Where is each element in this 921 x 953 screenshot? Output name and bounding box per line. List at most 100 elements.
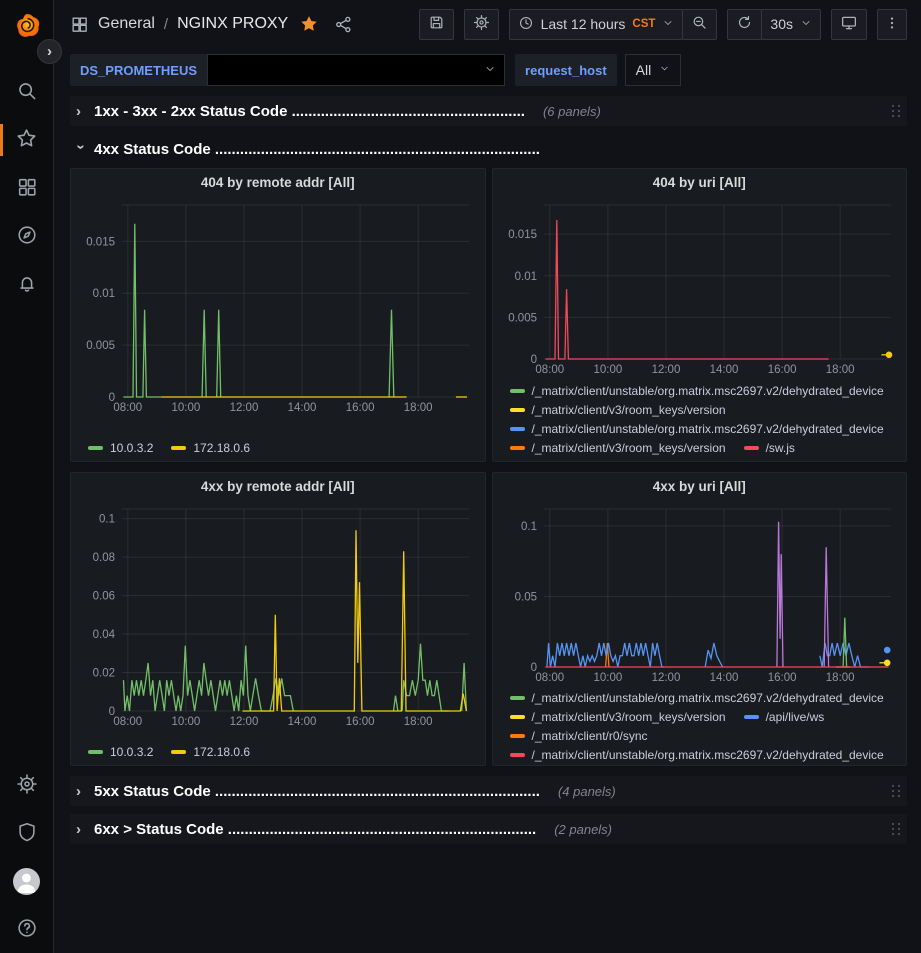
request-host-value: All bbox=[636, 62, 652, 78]
svg-text:0.015: 0.015 bbox=[86, 236, 115, 248]
zoom-out-button[interactable] bbox=[682, 9, 717, 40]
tv-mode-button[interactable] bbox=[831, 9, 867, 40]
row-drag-handle[interactable] bbox=[891, 104, 901, 118]
svg-text:10:00: 10:00 bbox=[593, 672, 622, 684]
side-menu bbox=[0, 0, 54, 953]
dashboard-header: General / NGINX PROXY Last 12 hours bbox=[54, 0, 921, 48]
grafana-logo[interactable] bbox=[12, 12, 42, 42]
legend-item[interactable]: 172.18.0.6 bbox=[171, 441, 250, 455]
row-drag-handle[interactable] bbox=[891, 822, 901, 836]
svg-text:0.005: 0.005 bbox=[86, 340, 115, 352]
star-outline-icon bbox=[15, 127, 38, 153]
panel-title[interactable]: 4xx by remote addr [All] bbox=[74, 473, 482, 501]
row-title: 5xx Status Code ........................… bbox=[94, 783, 540, 800]
legend-item[interactable]: 10.0.3.2 bbox=[88, 441, 153, 455]
svg-text:0.015: 0.015 bbox=[508, 229, 537, 241]
time-range-picker[interactable]: Last 12 hours CST bbox=[509, 9, 684, 40]
bell-icon bbox=[16, 272, 38, 297]
legend-item[interactable]: /_matrix/client/r0/sync bbox=[510, 729, 648, 743]
row-drag-handle[interactable] bbox=[891, 784, 901, 798]
sidebar-item-explore[interactable] bbox=[0, 212, 54, 260]
legend-label: /_matrix/client/unstable/org.matrix.msc2… bbox=[532, 384, 884, 398]
svg-text:08:00: 08:00 bbox=[114, 402, 143, 414]
sidebar-item-search[interactable] bbox=[0, 68, 54, 116]
sidebar-item-profile[interactable] bbox=[0, 857, 54, 905]
chevron-right-icon: › bbox=[76, 821, 86, 838]
share-icon[interactable] bbox=[334, 15, 353, 34]
svg-text:12:00: 12:00 bbox=[230, 716, 259, 728]
svg-text:0: 0 bbox=[530, 662, 536, 674]
sidebar-item-favorites[interactable] bbox=[0, 116, 54, 164]
legend-label: /_matrix/client/unstable/org.matrix.msc2… bbox=[532, 691, 884, 705]
row-title: 1xx - 3xx - 2xx Status Code ............… bbox=[94, 103, 525, 120]
dashboards-grid-icon[interactable] bbox=[70, 15, 89, 34]
panel-4xx-by-remote-addr: 4xx by remote addr [All] 08:0010:0012:00… bbox=[70, 472, 486, 766]
legend-swatch bbox=[744, 715, 759, 719]
dashboard-settings-button[interactable] bbox=[464, 9, 499, 40]
request-host-select[interactable]: All bbox=[625, 54, 682, 86]
refresh-interval-picker[interactable]: 30s bbox=[761, 9, 821, 40]
sidebar-expand-button[interactable]: › bbox=[37, 39, 62, 64]
breadcrumb-separator: / bbox=[164, 16, 168, 33]
panel-title[interactable]: 4xx by uri [All] bbox=[496, 473, 904, 501]
legend-item[interactable]: /sw.js bbox=[744, 441, 795, 455]
chart-canvas[interactable]: 08:0010:0012:0014:0016:0018:0000.050.1 bbox=[498, 501, 901, 685]
chart-canvas[interactable]: 08:0010:0012:0014:0016:0018:0000.0050.01… bbox=[76, 197, 479, 415]
ds-prometheus-select[interactable] bbox=[207, 54, 505, 86]
sidebar-item-server-admin[interactable] bbox=[0, 809, 54, 857]
legend-item[interactable]: /_matrix/client/v3/room_keys/version bbox=[510, 710, 726, 724]
breadcrumb-section[interactable]: General bbox=[98, 15, 155, 33]
legend-label: /_matrix/client/r0/sync bbox=[532, 729, 648, 743]
svg-text:0.1: 0.1 bbox=[99, 514, 115, 526]
row-4xx[interactable]: › 4xx Status Code ......................… bbox=[70, 134, 907, 164]
panel-row-top: 404 by remote addr [All] 08:0010:0012:00… bbox=[70, 168, 907, 462]
legend-item[interactable]: /_matrix/client/unstable/org.matrix.msc2… bbox=[510, 384, 884, 398]
chart-canvas[interactable]: 08:0010:0012:0014:0016:0018:0000.0050.01… bbox=[498, 197, 901, 377]
legend-item[interactable]: /_matrix/client/unstable/org.matrix.msc2… bbox=[510, 691, 884, 705]
legend-swatch bbox=[88, 750, 103, 754]
svg-text:0.01: 0.01 bbox=[93, 288, 115, 300]
svg-text:12:00: 12:00 bbox=[230, 402, 259, 414]
row-5xx[interactable]: › 5xx Status Code ......................… bbox=[70, 776, 907, 806]
svg-text:18:00: 18:00 bbox=[826, 364, 855, 376]
legend-item[interactable]: /_matrix/client/unstable/org.matrix.msc2… bbox=[510, 422, 884, 436]
sidebar-item-help[interactable] bbox=[0, 905, 54, 953]
sidebar-item-alerting[interactable] bbox=[0, 260, 54, 308]
legend-item[interactable]: /_matrix/client/v3/room_keys/version bbox=[510, 441, 726, 455]
legend-item[interactable]: /api/live/ws bbox=[744, 710, 825, 724]
svg-text:0.02: 0.02 bbox=[93, 668, 115, 680]
svg-text:12:00: 12:00 bbox=[651, 364, 680, 376]
svg-text:18:00: 18:00 bbox=[826, 672, 855, 684]
header-actions: Last 12 hours CST 30s bbox=[419, 9, 907, 40]
legend-swatch bbox=[510, 734, 525, 738]
svg-text:12:00: 12:00 bbox=[651, 672, 680, 684]
legend-label: /_matrix/client/v3/room_keys/version bbox=[532, 441, 726, 455]
row-panel-count: (4 panels) bbox=[558, 784, 616, 799]
legend-item[interactable]: /_matrix/client/v3/room_keys/version bbox=[510, 403, 726, 417]
chart-canvas[interactable]: 08:0010:0012:0014:0016:0018:0000.020.040… bbox=[76, 501, 479, 729]
legend-item[interactable]: 10.0.3.2 bbox=[88, 745, 153, 759]
panel-row-bottom: 4xx by remote addr [All] 08:0010:0012:00… bbox=[70, 472, 907, 766]
panel-title[interactable]: 404 by remote addr [All] bbox=[74, 169, 482, 197]
panel-title[interactable]: 404 by uri [All] bbox=[496, 169, 904, 197]
favorite-star-icon[interactable] bbox=[299, 14, 319, 34]
legend-swatch bbox=[510, 389, 525, 393]
svg-text:0.1: 0.1 bbox=[521, 521, 537, 533]
row-1xx-3xx-2xx[interactable]: › 1xx - 3xx - 2xx Status Code ..........… bbox=[70, 96, 907, 126]
legend-item[interactable]: /_matrix/client/unstable/org.matrix.msc2… bbox=[510, 748, 884, 762]
svg-text:0.08: 0.08 bbox=[93, 552, 115, 564]
svg-text:0.01: 0.01 bbox=[514, 271, 536, 283]
svg-text:16:00: 16:00 bbox=[767, 364, 796, 376]
svg-text:0.005: 0.005 bbox=[508, 312, 537, 324]
row-6xx[interactable]: › 6xx > Status Code ....................… bbox=[70, 814, 907, 844]
sidebar-item-configuration[interactable] bbox=[0, 761, 54, 809]
timezone-label: CST bbox=[632, 18, 655, 30]
chevron-down-icon bbox=[662, 17, 674, 32]
dashboards-grid-icon bbox=[16, 176, 38, 201]
kebab-menu-button[interactable] bbox=[877, 9, 907, 40]
legend-item[interactable]: 172.18.0.6 bbox=[171, 745, 250, 759]
variable-label: DS_PROMETHEUS bbox=[70, 54, 207, 86]
save-button[interactable] bbox=[419, 9, 454, 40]
refresh-button[interactable] bbox=[727, 9, 762, 40]
sidebar-item-dashboards[interactable] bbox=[0, 164, 54, 212]
